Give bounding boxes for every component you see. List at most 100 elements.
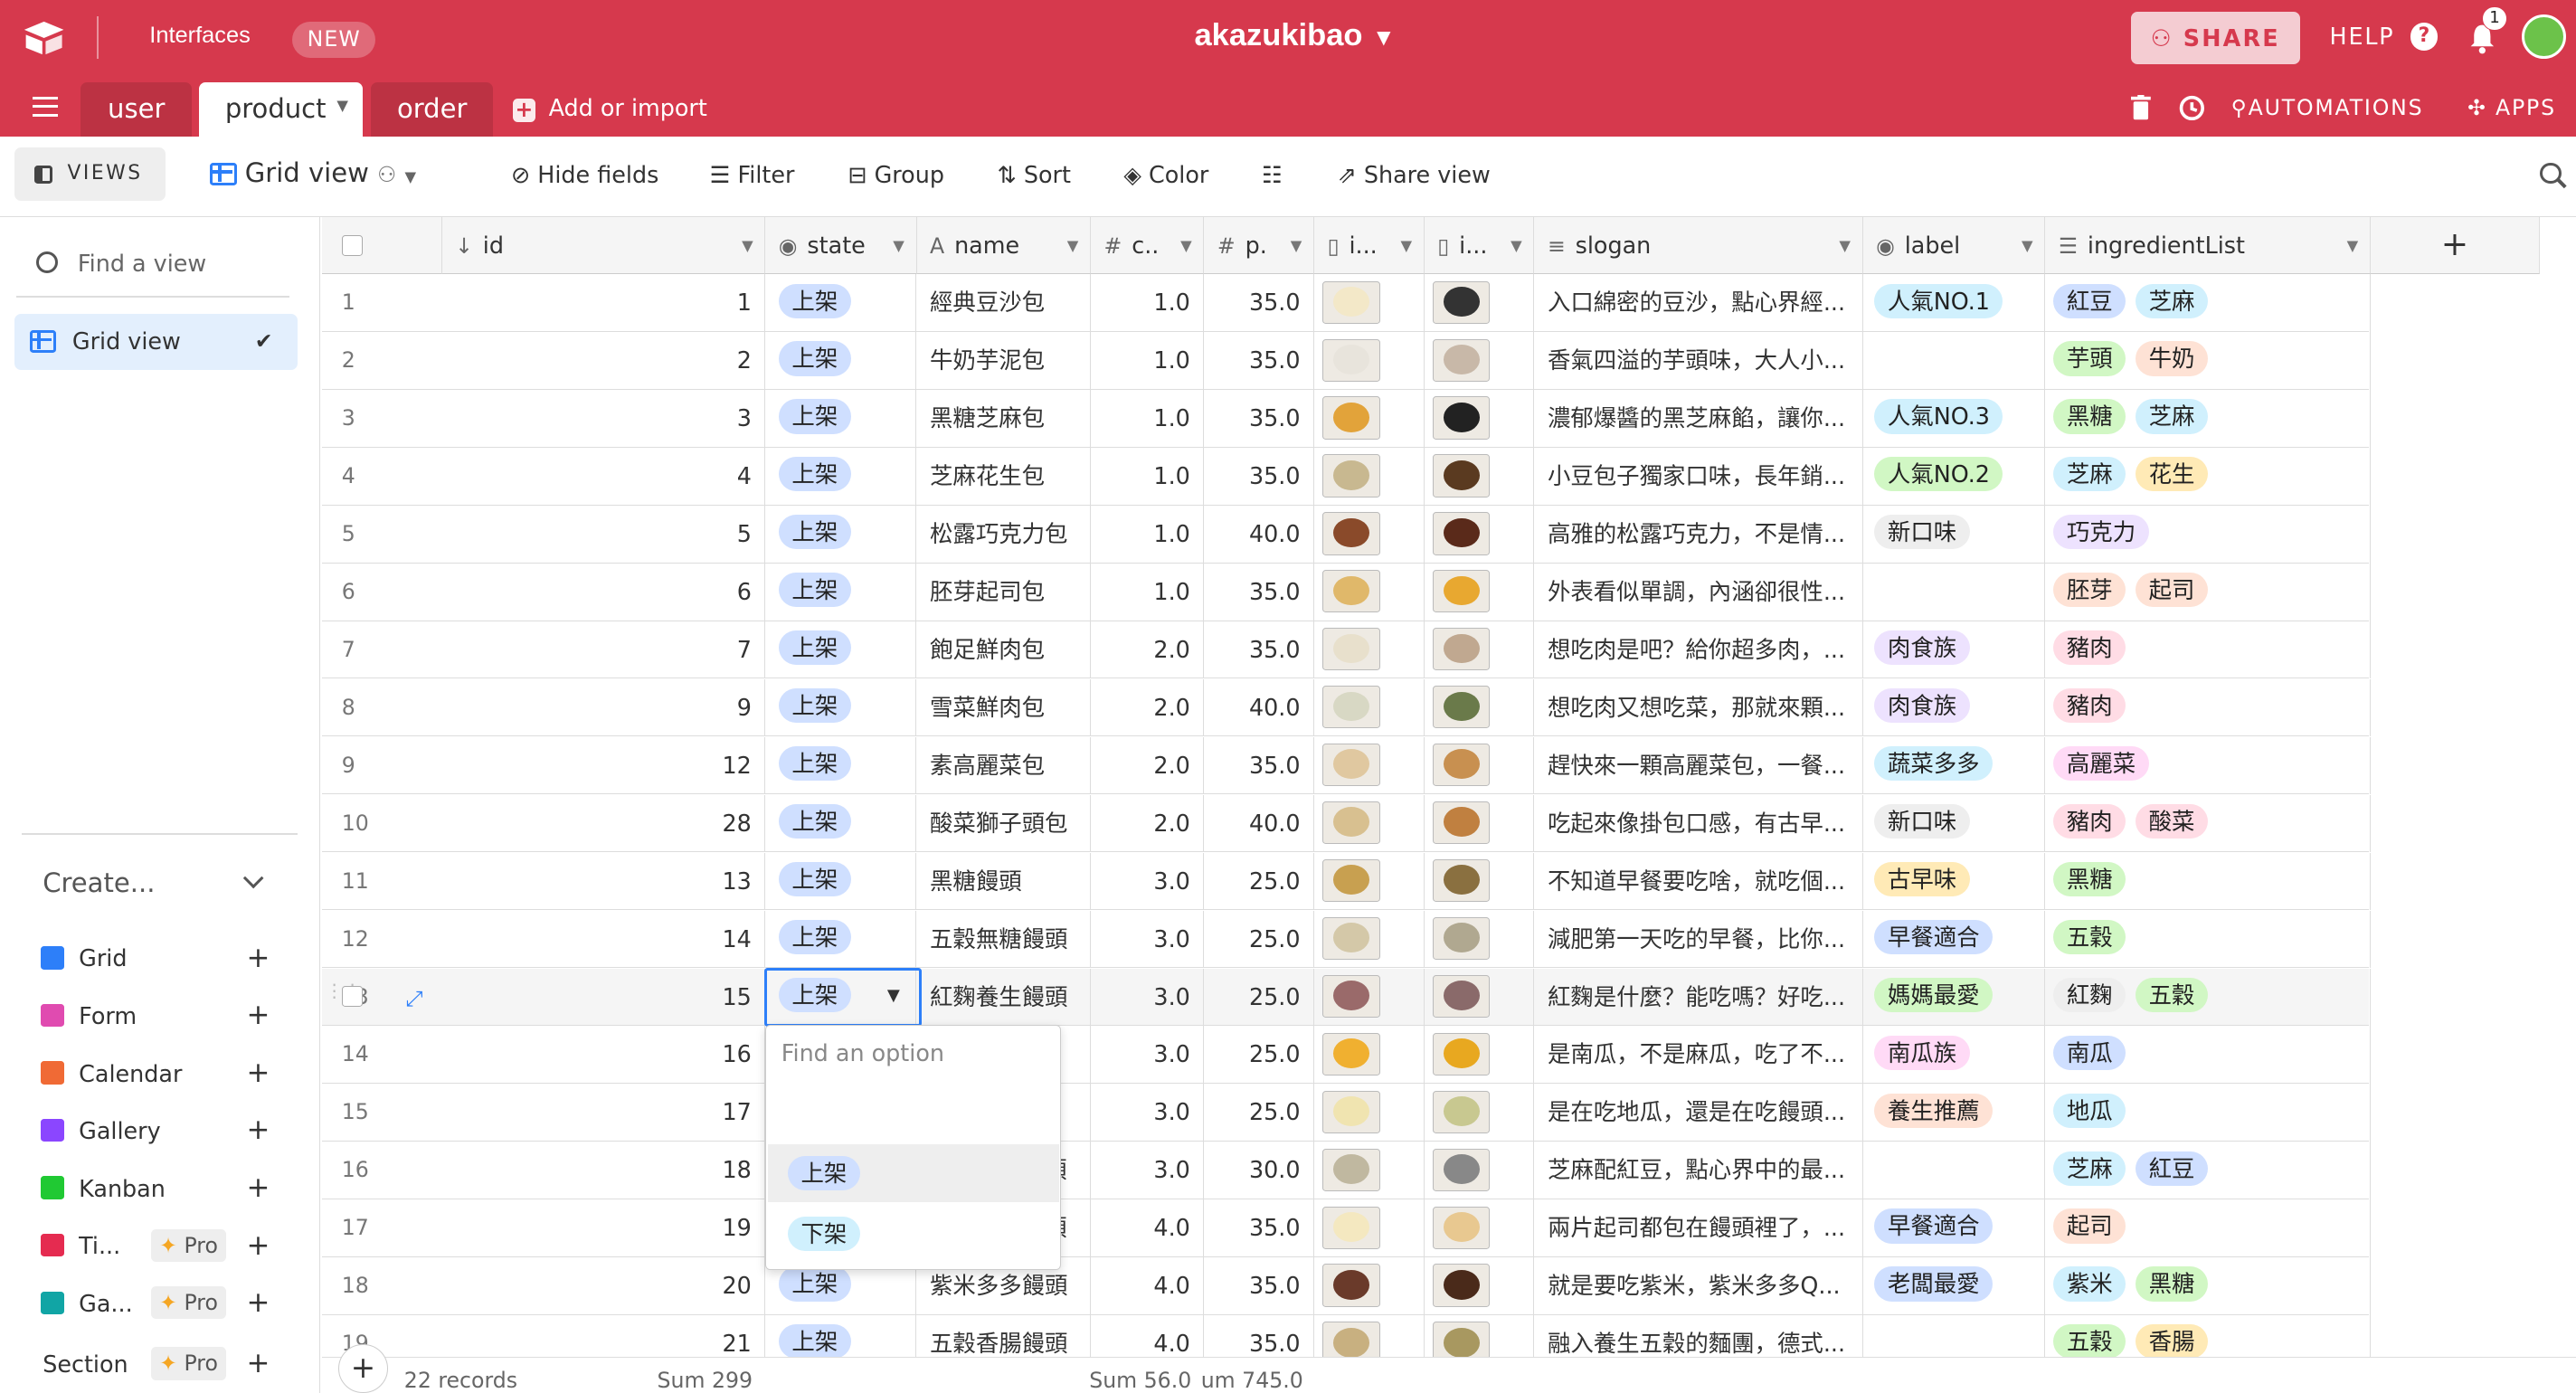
- cell-id[interactable]: 9: [442, 678, 766, 737]
- image-thumbnail[interactable]: [1322, 1148, 1380, 1191]
- cell-image-1[interactable]: [1314, 910, 1425, 969]
- image-thumbnail[interactable]: [1322, 338, 1380, 382]
- image-thumbnail[interactable]: [1322, 974, 1380, 1018]
- cell-image-2[interactable]: [1425, 1026, 1535, 1085]
- image-thumbnail[interactable]: [1432, 628, 1491, 671]
- cell-image-2[interactable]: [1425, 678, 1535, 737]
- image-thumbnail[interactable]: [1432, 338, 1491, 382]
- table-row[interactable]: 7 7 上架 飽足鮮肉包 2.0 35.0 想吃肉是吧？給你超多肉，... 肉食族 豬肉: [321, 621, 2371, 679]
- cell-c[interactable]: 1.0: [1091, 332, 1205, 390]
- column-header-6[interactable]: ▯ i... ▼: [1424, 216, 1535, 275]
- tab-order[interactable]: order: [371, 81, 493, 137]
- group-button[interactable]: ⊟ Group: [848, 161, 944, 188]
- cell-label[interactable]: 南瓜族: [1863, 1026, 2046, 1085]
- option-off-shelf[interactable]: 下架: [768, 1205, 1058, 1263]
- plus-icon[interactable]: +: [246, 942, 270, 974]
- chevron-down-icon[interactable]: ▼: [1511, 217, 1522, 274]
- cell-slogan[interactable]: 減肥第一天吃的早餐，比你...: [1534, 910, 1863, 969]
- chevron-down-icon[interactable]: ▼: [1067, 217, 1079, 274]
- table-row[interactable]: 4 4 上架 芝麻花生包 1.0 35.0 小豆包子獨家口味，長年銷... 人氣NO.2 芝麻花…: [321, 448, 2371, 506]
- cell-label[interactable]: 老闆最愛: [1863, 1257, 2046, 1315]
- cell-ingredient-list[interactable]: 芋頭 牛奶: [2045, 332, 2371, 390]
- column-header-4[interactable]: # p. ▼: [1204, 216, 1315, 275]
- cell-image-2[interactable]: [1425, 968, 1535, 1027]
- table-row[interactable]: 2 2 上架 牛奶芋泥包 1.0 35.0 香氣四溢的芋頭味，大人小... 芋頭 牛奶: [321, 332, 2371, 390]
- filter-button[interactable]: ☰ Filter: [710, 161, 795, 188]
- cell-image-2[interactable]: [1425, 621, 1535, 679]
- cell-slogan[interactable]: 濃郁爆醬的黑芝麻餡，讓你...: [1534, 390, 1863, 448]
- image-thumbnail[interactable]: [1432, 396, 1491, 440]
- table-row[interactable]: 6 6 上架 胚芽起司包 1.0 35.0 外表看似單調，內涵卻很性... 胚芽 起司: [321, 563, 2371, 621]
- cell-c[interactable]: 1.0: [1091, 274, 1205, 332]
- cell-slogan[interactable]: 不知道早餐要吃啥，就吃個...: [1534, 852, 1863, 911]
- create-item-6[interactable]: Ga... ✦ Pro +: [41, 1286, 304, 1322]
- column-header-3[interactable]: # c.. ▼: [1091, 216, 1205, 275]
- table-row[interactable]: 10 28 上架 酸菜獅子頭包 2.0 40.0 吃起來像掛包口感，有古早... 新口味 豬肉酸…: [321, 794, 2371, 853]
- cell-c[interactable]: 1.0: [1091, 563, 1205, 621]
- cell-id[interactable]: 13: [442, 852, 766, 911]
- checkbox[interactable]: [341, 985, 364, 1008]
- cell-slogan[interactable]: 想吃肉又想吃菜，那就來顆...: [1534, 678, 1863, 737]
- chevron-down-icon[interactable]: ▼: [1377, 26, 1390, 48]
- cell-c[interactable]: 3.0: [1091, 968, 1205, 1027]
- cell-p[interactable]: 30.0: [1204, 1142, 1315, 1199]
- find-view-input[interactable]: Find a view: [36, 250, 206, 277]
- cell-image-1[interactable]: [1314, 621, 1425, 679]
- image-thumbnail[interactable]: [1432, 974, 1491, 1018]
- view-name-button[interactable]: Grid view ⚇ ▼: [210, 157, 416, 188]
- plus-icon[interactable]: +: [246, 1113, 270, 1146]
- cell-name[interactable]: 芝麻花生包: [916, 448, 1091, 506]
- cell-p[interactable]: 35.0: [1204, 621, 1315, 679]
- cell-label[interactable]: 肉食族: [1863, 678, 2046, 737]
- cell-slogan[interactable]: 高雅的松露巧克力，不是情...: [1534, 506, 1863, 564]
- column-header-5[interactable]: ▯ i... ▼: [1314, 216, 1425, 275]
- cell-state[interactable]: 上架: [765, 794, 917, 853]
- cell-slogan[interactable]: 是在吃地瓜，還是在吃饅頭...: [1534, 1084, 1863, 1142]
- cell-slogan[interactable]: 兩片起司都包在饅頭裡了，...: [1534, 1199, 1863, 1257]
- cell-id[interactable]: 1: [442, 274, 766, 332]
- create-item-5[interactable]: Ti... ✦ Pro +: [41, 1228, 304, 1265]
- cell-image-1[interactable]: [1314, 274, 1425, 332]
- image-thumbnail[interactable]: [1432, 454, 1491, 498]
- image-thumbnail[interactable]: [1322, 686, 1380, 729]
- cell-image-1[interactable]: [1314, 1199, 1425, 1257]
- cell-ingredient-list[interactable]: 芝麻 紅豆: [2045, 1142, 2371, 1199]
- tab-user[interactable]: user: [80, 81, 193, 137]
- row-height-icon[interactable]: ☷: [1262, 161, 1283, 188]
- cell-c[interactable]: 1.0: [1091, 448, 1205, 506]
- cell-label[interactable]: 早餐適合: [1863, 1199, 2046, 1257]
- cell-image-1[interactable]: [1314, 332, 1425, 390]
- cell-id[interactable]: 17: [442, 1084, 766, 1142]
- cell-image-2[interactable]: [1425, 332, 1535, 390]
- cell-name[interactable]: 紅麴養生饅頭: [916, 968, 1091, 1027]
- cell-slogan[interactable]: 是南瓜，不是麻瓜，吃了不...: [1534, 1026, 1863, 1085]
- cell-image-1[interactable]: [1314, 736, 1425, 795]
- color-button[interactable]: ◈ Color: [1123, 161, 1208, 188]
- cell-slogan[interactable]: 外表看似單調，內涵卻很性...: [1534, 563, 1863, 621]
- cell-ingredient-list[interactable]: 地瓜: [2045, 1084, 2371, 1142]
- checkbox[interactable]: [341, 234, 364, 257]
- cell-image-1[interactable]: [1314, 968, 1425, 1027]
- cell-name[interactable]: 松露巧克力包: [916, 506, 1091, 564]
- cell-image-2[interactable]: [1425, 506, 1535, 564]
- cell-p[interactable]: 35.0: [1204, 736, 1315, 795]
- cell-p[interactable]: 35.0: [1204, 1257, 1315, 1315]
- chevron-down-icon[interactable]: ▼: [742, 217, 753, 274]
- cell-label[interactable]: 新口味: [1863, 506, 2046, 564]
- image-thumbnail[interactable]: [1432, 280, 1491, 324]
- cell-label[interactable]: 肉食族: [1863, 621, 2046, 679]
- table-row[interactable]: 1719頭4.035.0兩片起司都包在饅頭裡了，...早餐適合起司: [321, 1199, 2371, 1257]
- cell-state[interactable]: 上架: [765, 852, 917, 911]
- plus-icon[interactable]: +: [246, 1286, 270, 1319]
- image-thumbnail[interactable]: [1432, 1206, 1491, 1249]
- create-item-7[interactable]: Section ✦ Pro +: [41, 1347, 304, 1383]
- table-row[interactable]: 3 3 上架 黑糖芝麻包 1.0 35.0 濃郁爆醬的黑芝麻餡，讓你... 人氣NO.3 黑糖芝…: [321, 390, 2371, 448]
- table-row[interactable]: 1618頭3.030.0芝麻配紅豆，點心界中的最...芝麻紅豆: [321, 1142, 2371, 1199]
- cell-id[interactable]: 7: [442, 621, 766, 679]
- table-row[interactable]: 12 14 上架 五穀無糖饅頭 3.0 25.0 減肥第一天吃的早餐，比你... 早餐適合 五穀: [321, 910, 2371, 969]
- cell-c[interactable]: 3.0: [1091, 1026, 1205, 1085]
- table-row[interactable]: 8 9 上架 雪菜鮮肉包 2.0 40.0 想吃肉又想吃菜，那就來顆... 肉食族 豬肉: [321, 678, 2371, 737]
- chevron-down-icon[interactable]: [243, 867, 265, 889]
- automations-button[interactable]: ⚲AUTOMATIONS: [2231, 95, 2424, 120]
- cell-c[interactable]: 2.0: [1091, 736, 1205, 795]
